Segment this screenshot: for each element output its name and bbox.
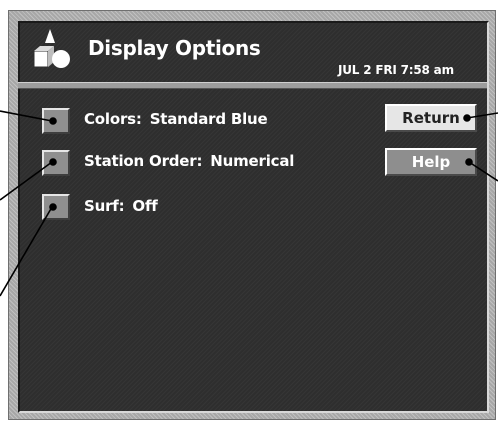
station-order-callout-line	[0, 161, 53, 201]
surf-callout-dot	[49, 203, 57, 211]
return-callout-line	[466, 112, 498, 119]
help-callout-line	[468, 161, 498, 182]
surf-callout-line	[0, 206, 53, 297]
return-callout-dot	[463, 114, 471, 122]
colors-callout-dot	[49, 117, 57, 125]
colors-callout-line	[0, 110, 53, 122]
station-order-callout-dot	[49, 158, 57, 166]
help-callout-dot	[465, 158, 473, 166]
callout-lines	[0, 110, 498, 297]
